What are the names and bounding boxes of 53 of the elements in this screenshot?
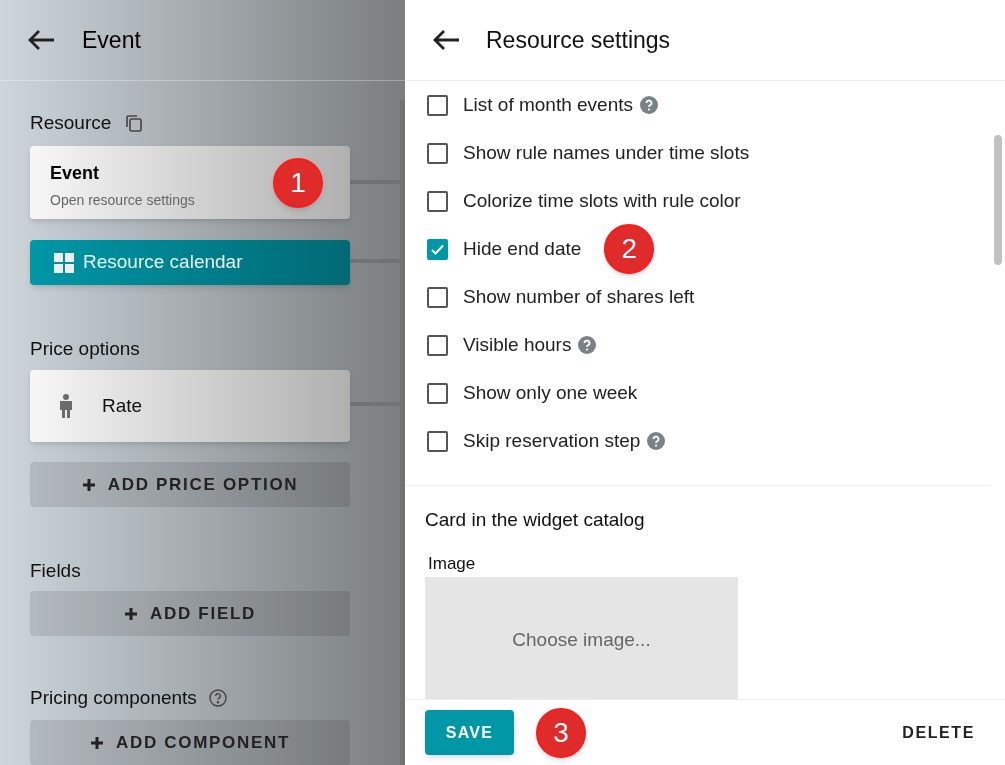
checkbox[interactable]	[427, 430, 448, 452]
option-label: Colorize time slots with rule color	[463, 188, 741, 213]
card-title: Event	[50, 162, 100, 185]
delete-button[interactable]: DELETE	[892, 710, 985, 755]
add-button[interactable]: ADD PRICE OPTION	[30, 462, 350, 507]
option-label: Show rule names under time slots	[463, 140, 750, 165]
person-icon	[58, 394, 74, 418]
checkbox[interactable]	[427, 190, 448, 212]
plus-icon	[89, 735, 104, 750]
back-arrow-icon	[26, 28, 56, 52]
option-label: Show number of shares left	[463, 284, 695, 309]
option-label: Show only one week	[463, 380, 638, 405]
checkbox[interactable]	[427, 334, 448, 356]
page-title: Event	[82, 25, 141, 55]
help-icon[interactable]	[647, 432, 666, 450]
checkbox[interactable]	[427, 382, 448, 404]
option-label: Skip reservation step	[463, 428, 641, 453]
option-label: Hide end date	[463, 236, 582, 261]
option-label: Visible hours	[463, 332, 572, 357]
step-number-badge: 1	[273, 158, 323, 208]
back-button[interactable]	[431, 28, 461, 52]
save-button[interactable]: SAVE	[425, 710, 514, 755]
section-heading: Card in the widget catalog	[425, 508, 646, 532]
option-label: Rate	[102, 393, 143, 418]
section-label: Pricing components	[30, 685, 197, 710]
calendar-button[interactable]: Resource calendar	[30, 240, 350, 285]
option-label: List of month events	[463, 92, 634, 117]
copy-icon[interactable]	[123, 113, 144, 133]
section-label: Resource	[30, 110, 112, 135]
plus-icon	[124, 606, 138, 621]
help-icon[interactable]	[578, 336, 597, 354]
section-label: Price options	[30, 337, 141, 359]
add-button[interactable]: ADD FIELD	[30, 591, 350, 636]
back-arrow-icon	[431, 28, 461, 52]
panel-title: Resource settings	[486, 25, 671, 55]
field-label: Image	[428, 552, 477, 575]
price-option-card[interactable]: Rate	[30, 370, 350, 442]
step-number-badge: 3	[536, 707, 586, 758]
plus-icon	[81, 477, 96, 492]
checkbox[interactable]	[427, 238, 448, 260]
step-number-badge: 2	[604, 224, 655, 274]
checkbox[interactable]	[427, 286, 448, 308]
resource-card[interactable]: Event Open resource settings 1	[30, 146, 350, 219]
grid-icon	[54, 252, 74, 273]
checkbox[interactable]	[427, 94, 448, 116]
scrollbar[interactable]	[994, 135, 1002, 265]
checkbox[interactable]	[427, 142, 448, 164]
section-label: Fields	[30, 559, 82, 581]
help-icon[interactable]	[640, 96, 659, 114]
add-button[interactable]: ADD COMPONENT	[30, 720, 350, 765]
card-subtitle: Open resource settings	[50, 191, 196, 210]
back-button[interactable]	[26, 28, 56, 52]
help-icon[interactable]	[208, 689, 227, 707]
